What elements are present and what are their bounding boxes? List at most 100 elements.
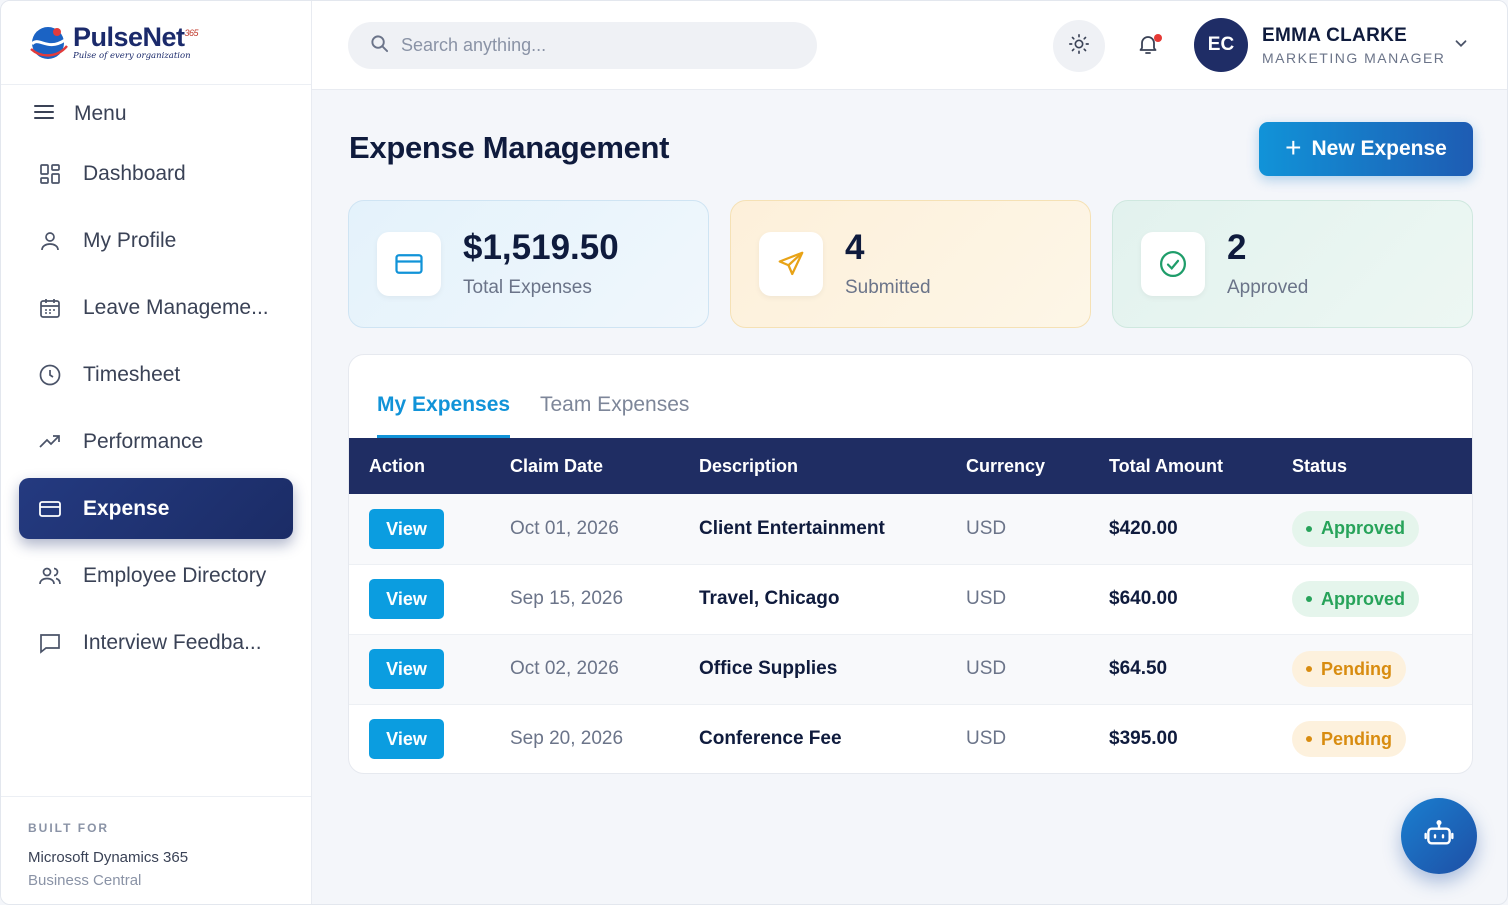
sidebar-item-timesheet[interactable]: Timesheet xyxy=(19,344,293,405)
sidebar: PulseNet365 Pulse of every organization … xyxy=(1,1,312,904)
claim-date: Oct 02, 2026 xyxy=(510,658,619,679)
built-for-sub: Business Central xyxy=(28,872,142,889)
sidebar-item-interview-feedback[interactable]: Interview Feedba... xyxy=(19,612,293,673)
status-dot-icon xyxy=(1306,666,1312,672)
claim-date: Sep 20, 2026 xyxy=(510,728,624,750)
sidebar-item-expense[interactable]: Expense xyxy=(19,478,293,539)
status-label: Pending xyxy=(1321,728,1392,749)
send-icon xyxy=(759,232,823,296)
sidebar-item-label: Expense xyxy=(83,496,170,520)
avatar[interactable]: EC xyxy=(1194,18,1248,72)
column-header: Claim Date xyxy=(510,455,604,476)
status-label: Approved xyxy=(1321,588,1406,609)
view-button[interactable]: View xyxy=(369,649,444,689)
hamburger-icon xyxy=(34,102,54,126)
notifications-button[interactable] xyxy=(1122,20,1174,72)
sidebar-item-label: Performance xyxy=(83,429,204,453)
sidebar-item-label: Timesheet xyxy=(83,362,181,386)
stat-value: 2 xyxy=(1227,227,1247,267)
currency: USD xyxy=(966,728,1007,750)
status-dot-icon xyxy=(1306,525,1312,532)
status-label: Approved xyxy=(1321,518,1406,539)
column-header: Currency xyxy=(966,455,1046,476)
sidebar-item-label: Leave Manageme... xyxy=(83,295,269,319)
description: Client Entertainment xyxy=(699,517,885,539)
currency: USD xyxy=(966,517,1007,539)
search-input[interactable] xyxy=(401,35,781,56)
description: Office Supplies xyxy=(699,658,838,679)
claim-date: Sep 15, 2026 xyxy=(510,588,624,609)
pulsenet-logo-icon xyxy=(27,22,69,64)
page-title: Expense Management xyxy=(349,130,670,165)
sidebar-item-label: Interview Feedba... xyxy=(83,630,262,654)
status-badge: Pending xyxy=(1292,651,1406,687)
built-for-label: BUILT FOR xyxy=(28,821,110,835)
new-expense-label: New Expense xyxy=(1311,137,1447,160)
tab-team-expenses[interactable]: Team Expenses xyxy=(540,393,689,417)
expenses-panel: My Expenses Team Expenses Action Claim D… xyxy=(348,354,1473,774)
search-box[interactable] xyxy=(348,22,817,69)
claim-date: Oct 01, 2026 xyxy=(510,517,619,539)
user-name: EMMA CLARKE xyxy=(1262,25,1408,46)
robot-icon xyxy=(1423,818,1455,855)
sidebar-item-performance[interactable]: Performance xyxy=(19,411,293,472)
brand-tagline: Pulse of every organization xyxy=(73,51,191,62)
table-row: View Oct 01, 2026 Client Entertainment U… xyxy=(349,494,1472,564)
sidebar-nav: Dashboard My Profile Leave Manageme... T… xyxy=(1,143,311,673)
total-amount: $420.00 xyxy=(1109,517,1178,539)
stat-label: Submitted xyxy=(845,276,931,298)
table-header-row: Action Claim Date Description Currency T… xyxy=(349,438,1472,494)
stat-value: $1,519.50 xyxy=(463,227,619,267)
status-badge: Approved xyxy=(1292,510,1420,547)
chatbot-button[interactable] xyxy=(1401,798,1477,874)
table-row: View Sep 15, 2026 Travel, Chicago USD $6… xyxy=(349,564,1472,634)
brand-logo[interactable]: PulseNet365 Pulse of every organization xyxy=(1,1,311,85)
chevron-down-icon[interactable] xyxy=(1452,34,1470,57)
check-circle-icon xyxy=(1141,232,1205,296)
view-button[interactable]: View xyxy=(369,579,444,619)
calendar-icon xyxy=(37,295,63,321)
status-label: Pending xyxy=(1321,658,1392,679)
sidebar-item-label: Employee Directory xyxy=(83,563,267,587)
column-header: Action xyxy=(369,455,425,476)
status-dot-icon xyxy=(1306,736,1312,743)
view-button[interactable]: View xyxy=(369,508,444,549)
stat-card-approved: 2 Approved xyxy=(1112,200,1473,328)
expenses-table: Action Claim Date Description Currency T… xyxy=(349,438,1472,773)
column-header: Status xyxy=(1292,455,1348,476)
built-for-name: Microsoft Dynamics 365 xyxy=(28,849,189,866)
tab-my-expenses[interactable]: My Expenses xyxy=(377,393,511,438)
app-window: PulseNet365 Pulse of every organization … xyxy=(0,0,1508,905)
status-badge: Pending xyxy=(1292,721,1406,758)
notification-dot xyxy=(1154,34,1162,42)
sidebar-item-my-profile[interactable]: My Profile xyxy=(19,210,293,271)
total-amount: $640.00 xyxy=(1109,588,1178,609)
stat-card-total-expenses: $1,519.50 Total Expenses xyxy=(348,200,709,328)
stat-label: Approved xyxy=(1227,276,1309,298)
credit-card-icon xyxy=(37,496,63,522)
total-amount: $395.00 xyxy=(1109,728,1178,750)
brand-sup: 365 xyxy=(184,28,199,39)
total-amount: $64.50 xyxy=(1109,658,1168,679)
new-expense-button[interactable]: + New Expense xyxy=(1259,122,1473,176)
trend-up-icon xyxy=(37,429,63,455)
users-icon xyxy=(37,563,63,589)
sidebar-item-employee-directory[interactable]: Employee Directory xyxy=(19,545,293,606)
top-bar: EC EMMA CLARKE MARKETING MANAGER xyxy=(312,1,1507,90)
user-role: MARKETING MANAGER xyxy=(1262,50,1446,66)
credit-card-icon xyxy=(377,232,441,296)
sidebar-item-dashboard[interactable]: Dashboard xyxy=(19,143,293,204)
view-button[interactable]: View xyxy=(369,719,444,760)
table-row: View Oct 02, 2026 Office Supplies USD $6… xyxy=(349,634,1472,704)
sidebar-item-label: Dashboard xyxy=(83,161,186,185)
menu-toggle[interactable]: Menu xyxy=(1,85,311,143)
tab-bar: My Expenses Team Expenses xyxy=(349,355,1472,438)
stat-label: Total Expenses xyxy=(463,276,592,298)
theme-toggle-button[interactable] xyxy=(1053,20,1105,72)
built-for-footer: BUILT FOR Microsoft Dynamics 365 Busines… xyxy=(1,796,311,904)
message-icon xyxy=(37,630,63,656)
brand-name: PulseNet xyxy=(73,22,185,53)
sidebar-item-leave-management[interactable]: Leave Manageme... xyxy=(19,277,293,338)
plus-icon: + xyxy=(1285,131,1302,163)
currency: USD xyxy=(966,658,1007,679)
